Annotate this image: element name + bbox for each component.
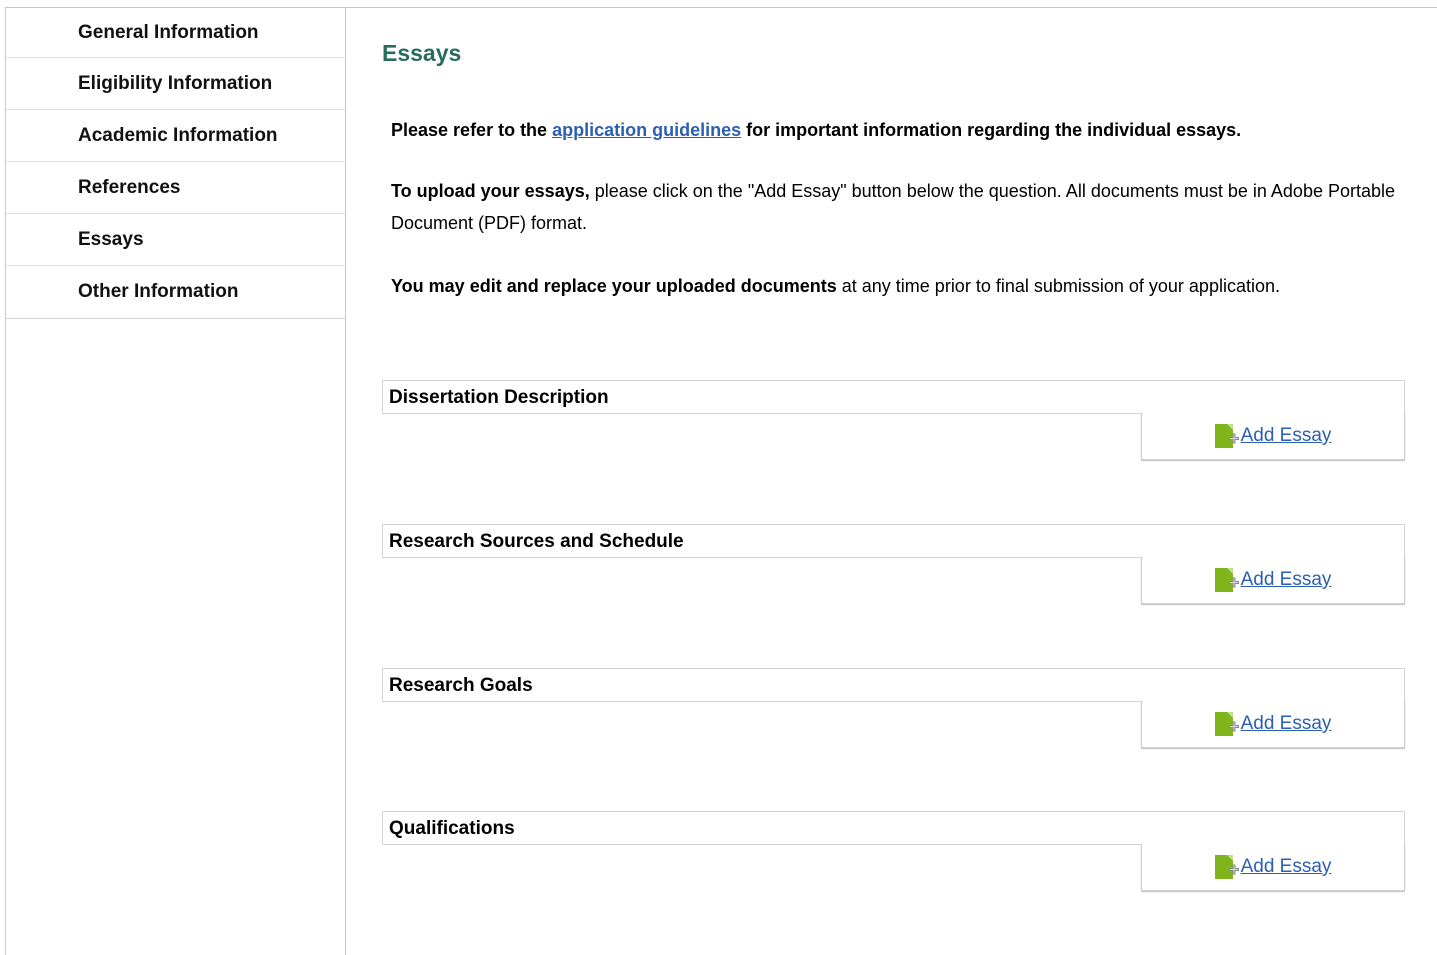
add-essay-button[interactable]: Add Essay [1141, 557, 1405, 604]
essay-section-qualifications: Qualifications Add Essay [382, 811, 1405, 891]
guidelines-suffix: for important information regarding the … [741, 120, 1242, 140]
add-essay-label: Add Essay [1240, 569, 1332, 590]
essay-section-dissertation-description: Dissertation Description Add Essay [382, 380, 1405, 460]
sidebar: General Information Eligibility Informat… [6, 8, 346, 955]
sidebar-item-eligibility-information[interactable]: Eligibility Information [6, 58, 345, 110]
add-document-icon [1214, 424, 1243, 448]
add-essay-label: Add Essay [1240, 856, 1332, 877]
add-essay-button[interactable]: Add Essay [1141, 844, 1405, 891]
section-header: Dissertation Description [382, 380, 1405, 414]
page-title: Essays [382, 40, 462, 66]
section-header: Research Sources and Schedule [382, 524, 1405, 558]
add-essay-button[interactable]: Add Essay [1141, 701, 1405, 748]
sidebar-item-essays[interactable]: Essays [6, 214, 345, 266]
sidebar-item-general-information[interactable]: General Information [6, 6, 345, 58]
add-document-icon [1214, 712, 1243, 736]
add-essay-button[interactable]: Add Essay [1141, 413, 1405, 460]
edit-instructions-bold: You may edit and replace your uploaded d… [391, 276, 837, 296]
section-header: Research Goals [382, 668, 1405, 702]
essay-section-research-sources-and-schedule: Research Sources and Schedule Add Essay [382, 524, 1405, 604]
edit-instructions-text: at any time prior to final submission of… [836, 276, 1280, 296]
sidebar-nav: General Information Eligibility Informat… [6, 6, 345, 319]
sidebar-item-references[interactable]: References [6, 162, 345, 214]
upload-instructions: To upload your essays, please click on t… [391, 175, 1401, 239]
guidelines-prefix: Please refer to the [391, 120, 553, 140]
add-document-icon [1214, 855, 1243, 879]
add-document-icon [1214, 568, 1243, 592]
sidebar-item-academic-information[interactable]: Academic Information [6, 110, 345, 162]
upload-instructions-bold: To upload your essays, [391, 181, 590, 201]
edit-instructions: You may edit and replace your uploaded d… [391, 270, 1351, 302]
guidelines-paragraph: Please refer to the application guidelin… [391, 114, 1241, 146]
sidebar-item-other-information[interactable]: Other Information [6, 266, 345, 318]
section-header: Qualifications [382, 811, 1405, 845]
add-essay-label: Add Essay [1240, 713, 1332, 734]
application-guidelines-link[interactable]: application guidelines [552, 120, 741, 140]
add-essay-label: Add Essay [1240, 425, 1332, 446]
essay-section-research-goals: Research Goals Add Essay [382, 668, 1405, 748]
